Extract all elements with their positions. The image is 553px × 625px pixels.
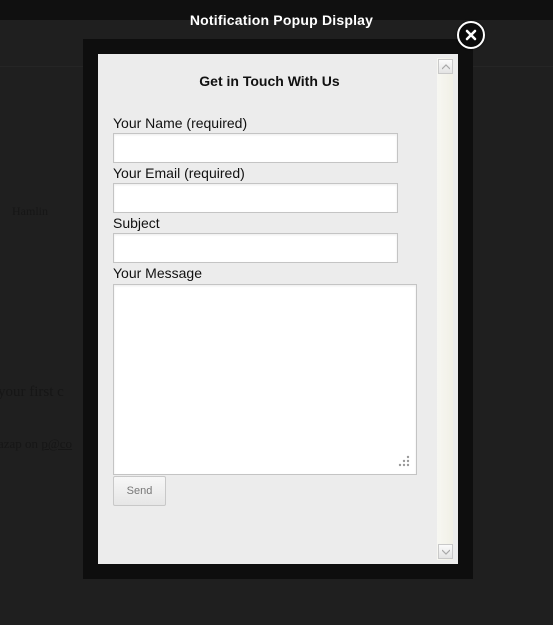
message-field[interactable] bbox=[113, 284, 417, 475]
send-button[interactable]: Send bbox=[113, 476, 166, 506]
background-link: p@co bbox=[41, 436, 73, 451]
arrow-down-icon bbox=[442, 549, 450, 555]
scroll-down-button[interactable] bbox=[438, 544, 453, 559]
popup-content: Get in Touch With Us Your Name (required… bbox=[98, 54, 458, 564]
popup-frame: Get in Touch With Us Your Name (required… bbox=[83, 39, 473, 579]
subject-field[interactable] bbox=[113, 233, 398, 263]
background-text: Hamlin bbox=[12, 204, 48, 218]
background-text: azap on p@co bbox=[0, 436, 72, 452]
subject-label: Subject bbox=[113, 215, 160, 231]
name-field[interactable] bbox=[113, 133, 398, 163]
form-heading: Get in Touch With Us bbox=[199, 73, 340, 89]
close-icon bbox=[465, 29, 477, 41]
background-text-prefix: azap on bbox=[0, 436, 42, 451]
email-label: Your Email (required) bbox=[113, 165, 245, 181]
email-field[interactable] bbox=[113, 183, 398, 213]
scroll-up-button[interactable] bbox=[438, 59, 453, 74]
message-label: Your Message bbox=[113, 265, 202, 281]
arrow-up-icon bbox=[442, 64, 450, 70]
name-label: Your Name (required) bbox=[113, 115, 248, 131]
scrollbar[interactable] bbox=[437, 58, 453, 560]
background-text: your first c bbox=[0, 384, 64, 400]
close-button[interactable] bbox=[457, 21, 485, 49]
